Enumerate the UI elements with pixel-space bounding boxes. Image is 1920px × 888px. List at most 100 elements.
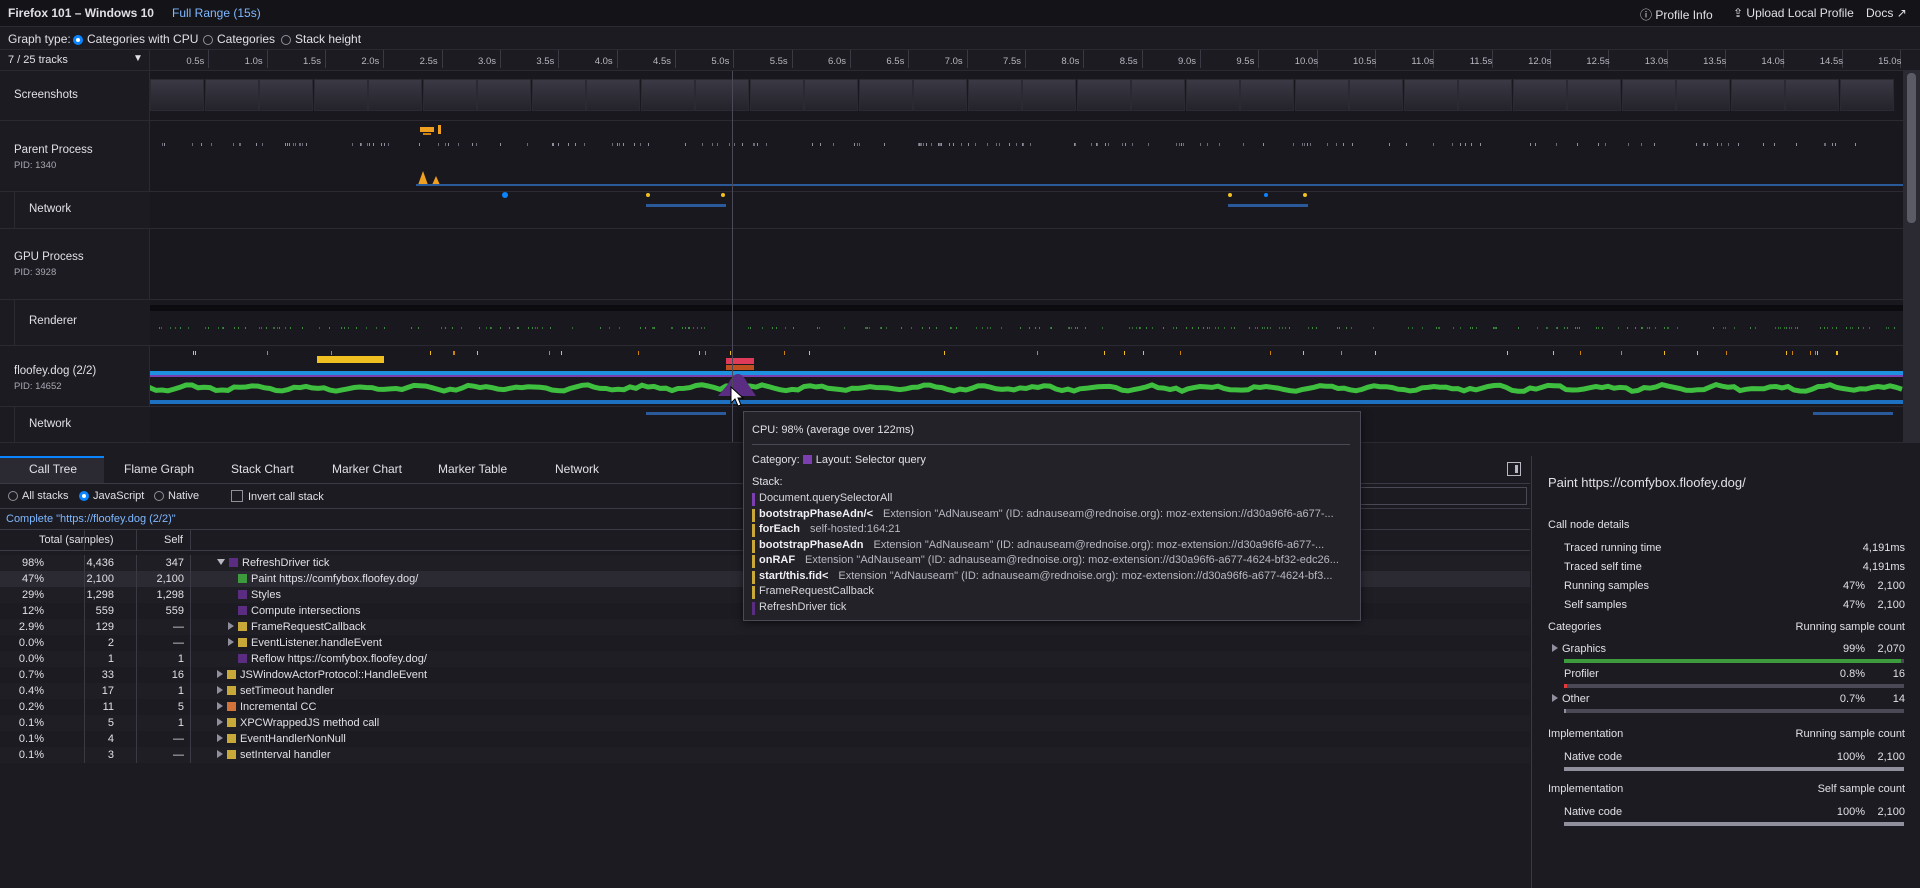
- screenshot-thumbnail[interactable]: [913, 79, 967, 111]
- screenshot-thumbnail[interactable]: [1403, 79, 1458, 111]
- tick-line: [1083, 50, 1085, 68]
- table-row[interactable]: 0.1% 3 — setInterval handler: [0, 747, 1530, 763]
- screenshot-thumbnail[interactable]: [1131, 79, 1185, 111]
- screenshot-strip[interactable]: [150, 71, 1903, 120]
- timeline-scrollbar[interactable]: [1903, 71, 1920, 442]
- screenshot-thumbnail[interactable]: [1022, 79, 1076, 111]
- screenshot-thumbnail[interactable]: [313, 79, 368, 111]
- breadcrumb-item[interactable]: Complete "https://floofey.dog (2/2)": [6, 513, 176, 525]
- cell-self: 5: [177, 701, 184, 713]
- disclosure-collapsed-icon[interactable]: [217, 686, 223, 694]
- category-row[interactable]: Other: [1552, 693, 1590, 705]
- screenshot-thumbnail[interactable]: [204, 79, 259, 111]
- invert-call-stack-checkbox[interactable]: Invert call stack: [231, 490, 324, 503]
- track-network-parent[interactable]: Network: [0, 192, 1920, 229]
- screenshot-thumbnail[interactable]: [422, 79, 477, 111]
- category-row[interactable]: Graphics: [1552, 643, 1606, 655]
- stack-option-native[interactable]: Native: [154, 490, 199, 502]
- network-graph[interactable]: [150, 192, 1903, 228]
- screenshot-thumbnail[interactable]: [1567, 79, 1621, 111]
- screenshot-thumbnail[interactable]: [1349, 79, 1403, 111]
- parent-process-graph[interactable]: [150, 121, 1903, 191]
- screenshot-thumbnail[interactable]: [1076, 79, 1131, 111]
- screenshot-thumbnail[interactable]: [1185, 79, 1240, 111]
- track-label[interactable]: Renderer: [14, 300, 150, 345]
- screenshot-thumbnail[interactable]: [804, 79, 858, 111]
- disclosure-collapsed-icon[interactable]: [228, 622, 234, 630]
- track-renderer[interactable]: Renderer: [0, 300, 1920, 346]
- range-breadcrumb[interactable]: Full Range (15s): [172, 6, 261, 20]
- disclosure-collapsed-icon[interactable]: [228, 638, 234, 646]
- tab-marker-chart[interactable]: Marker Chart: [332, 456, 402, 483]
- graph-type-option-stack-height[interactable]: Stack height: [281, 32, 361, 46]
- screenshot-thumbnail[interactable]: [586, 79, 640, 111]
- disclosure-collapsed-icon[interactable]: [1552, 694, 1558, 702]
- profile-info-button[interactable]: ⓘ Profile Info: [1640, 6, 1713, 23]
- tab-flame-graph[interactable]: Flame Graph: [124, 456, 194, 483]
- graph-type-option-categories[interactable]: Categories: [203, 32, 275, 46]
- screenshot-thumbnail[interactable]: [749, 79, 804, 111]
- table-row[interactable]: 0.0% 1 1 Reflow https://comfybox.floofey.do…: [0, 651, 1530, 667]
- table-row[interactable]: 0.7% 33 16 JSWindowActorProtocol::HandleEve…: [0, 667, 1530, 683]
- track-label[interactable]: Screenshots: [0, 71, 150, 120]
- disclosure-collapsed-icon[interactable]: [217, 734, 223, 742]
- track-screenshots[interactable]: Screenshots: [0, 71, 1920, 121]
- screenshot-thumbnail[interactable]: [1621, 79, 1676, 111]
- track-content-process[interactable]: floofey.dog (2/2) PID: 14652: [0, 346, 1920, 407]
- screenshot-thumbnail[interactable]: [695, 79, 749, 111]
- screenshot-thumbnail[interactable]: [1676, 79, 1730, 111]
- track-count-selector[interactable]: 7 / 25 tracks ▼: [0, 50, 150, 70]
- scrollbar-thumb[interactable]: [1907, 73, 1916, 223]
- screenshot-thumbnail[interactable]: [477, 79, 531, 111]
- disclosure-collapsed-icon[interactable]: [217, 750, 223, 758]
- screenshot-thumbnail[interactable]: [1730, 79, 1785, 111]
- table-row[interactable]: 0.0% 2 — EventListener.handleEvent: [0, 635, 1530, 651]
- track-label[interactable]: floofey.dog (2/2) PID: 14652: [0, 346, 150, 406]
- screenshot-thumbnail[interactable]: [967, 79, 1022, 111]
- content-process-graph[interactable]: [150, 346, 1903, 406]
- table-row[interactable]: 0.1% 4 — EventHandlerNonNull: [0, 731, 1530, 747]
- upload-button[interactable]: ⇪ Upload Local Profile: [1733, 6, 1854, 20]
- screenshot-thumbnail[interactable]: [1294, 79, 1349, 111]
- disclosure-collapsed-icon[interactable]: [217, 718, 223, 726]
- screenshot-thumbnail[interactable]: [1458, 79, 1512, 111]
- graph-type-option-cpu[interactable]: Categories with CPU: [73, 32, 198, 46]
- screenshot-thumbnail[interactable]: [1839, 79, 1894, 111]
- radio-icon: [203, 35, 213, 45]
- track-parent-process[interactable]: Parent Process PID: 1340: [0, 121, 1920, 192]
- gpu-process-graph[interactable]: [150, 229, 1903, 299]
- tab-marker-table[interactable]: Marker Table: [438, 456, 507, 483]
- disclosure-collapsed-icon[interactable]: [1552, 644, 1558, 652]
- screenshot-thumbnail[interactable]: [259, 79, 313, 111]
- stack-option-all[interactable]: All stacks: [8, 490, 68, 502]
- screenshot-thumbnail[interactable]: [368, 79, 422, 111]
- track-label[interactable]: Parent Process PID: 1340: [0, 121, 150, 191]
- tab-network[interactable]: Network: [555, 456, 599, 483]
- search-input[interactable]: [1355, 487, 1527, 505]
- screenshot-thumbnail[interactable]: [1240, 79, 1294, 111]
- screenshot-thumbnail[interactable]: [640, 79, 695, 111]
- table-row[interactable]: 2.9% 129 — FrameRequestCallback: [0, 619, 1530, 635]
- track-label[interactable]: Network: [14, 192, 150, 228]
- stack-option-javascript[interactable]: JavaScript: [79, 490, 144, 502]
- table-row[interactable]: 0.1% 5 1 XPCWrappedJS method call: [0, 715, 1530, 731]
- screenshot-thumbnail[interactable]: [1512, 79, 1567, 111]
- track-label[interactable]: Network: [14, 407, 150, 442]
- screenshot-thumbnail[interactable]: [858, 79, 913, 111]
- screenshot-thumbnail[interactable]: [150, 79, 204, 111]
- disclosure-expanded-icon[interactable]: [217, 559, 225, 565]
- tab-call-tree[interactable]: Call Tree: [0, 456, 104, 483]
- docs-link[interactable]: Docs ↗: [1866, 6, 1907, 20]
- track-label[interactable]: GPU Process PID: 3928: [0, 229, 150, 299]
- tab-stack-chart[interactable]: Stack Chart: [231, 456, 294, 483]
- table-row[interactable]: 0.4% 17 1 setTimeout handler: [0, 683, 1530, 699]
- track-gpu-process[interactable]: GPU Process PID: 3928: [0, 229, 1920, 300]
- disclosure-collapsed-icon[interactable]: [217, 702, 223, 710]
- renderer-graph[interactable]: [150, 300, 1903, 345]
- sidebar-toggle-icon[interactable]: [1507, 462, 1521, 476]
- screenshot-thumbnail[interactable]: [531, 79, 586, 111]
- screenshot-thumbnail[interactable]: [1785, 79, 1839, 111]
- stack-frame: Document.querySelectorAll: [752, 492, 1352, 507]
- disclosure-collapsed-icon[interactable]: [217, 670, 223, 678]
- table-row[interactable]: 0.2% 11 5 Incremental CC: [0, 699, 1530, 715]
